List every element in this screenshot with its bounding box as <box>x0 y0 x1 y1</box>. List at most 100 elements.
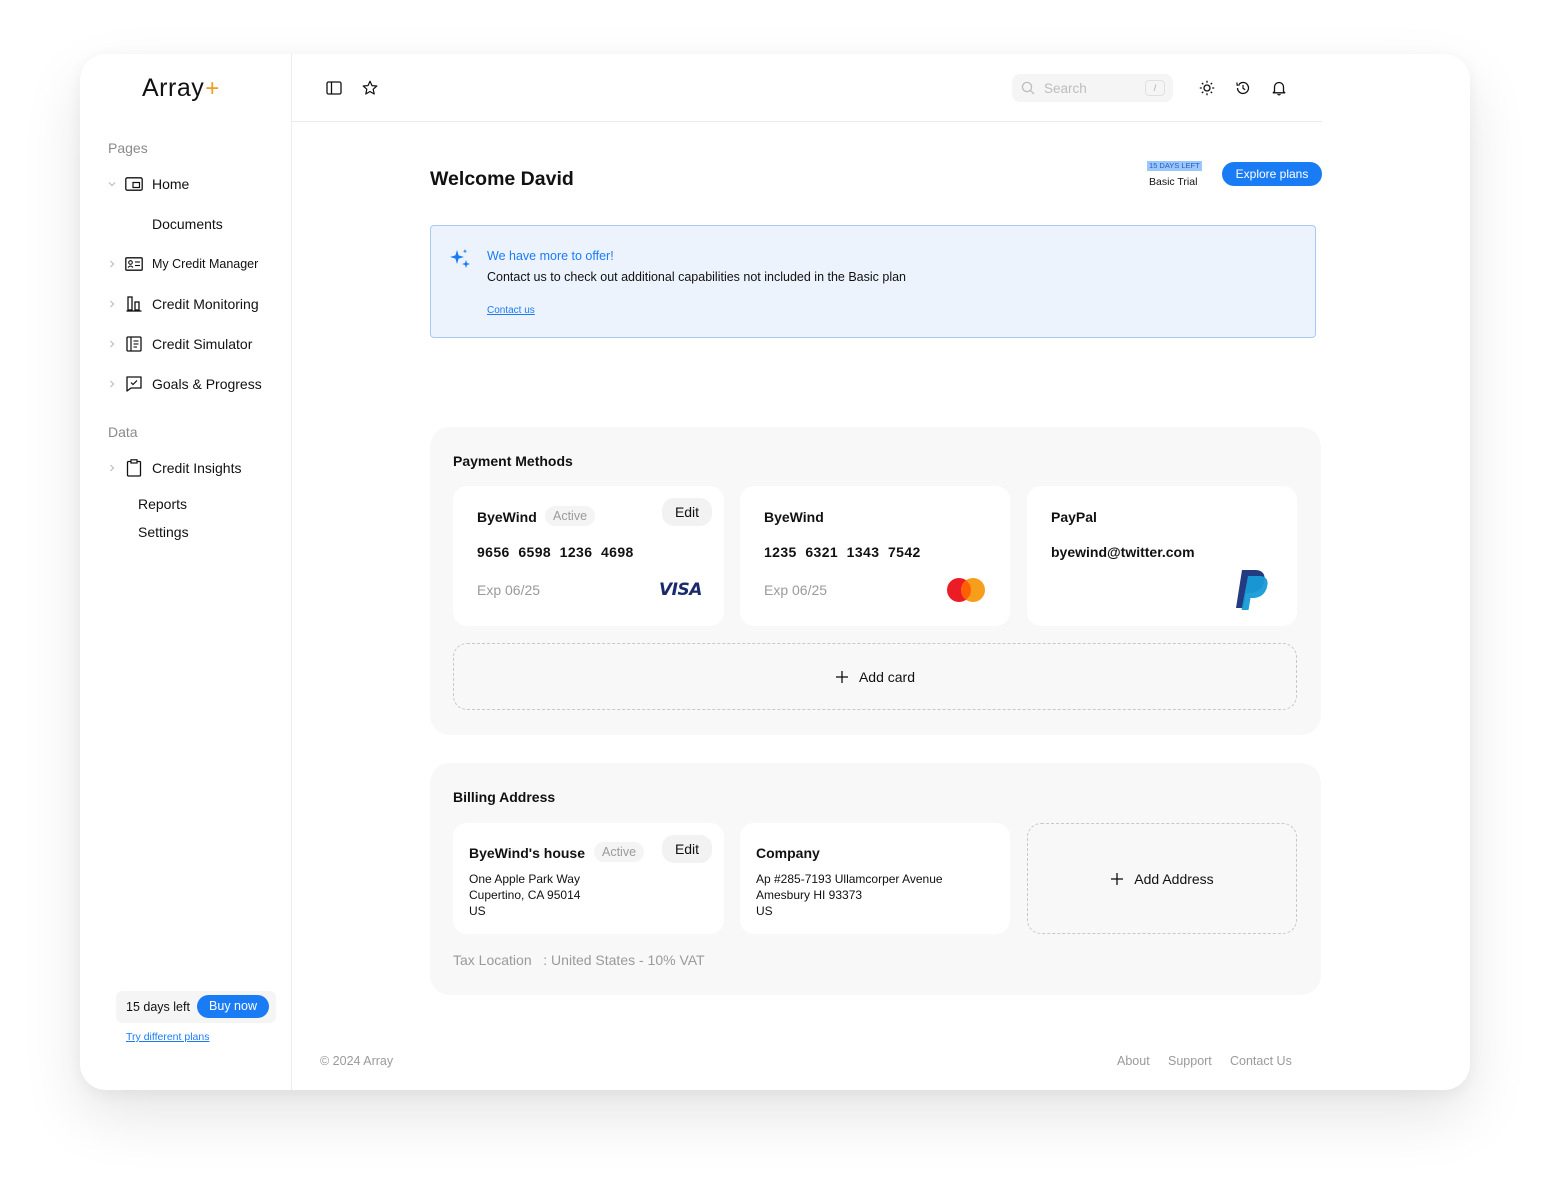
chevron-right-icon[interactable] <box>104 256 120 272</box>
bell-icon[interactable] <box>1269 78 1289 98</box>
sidebar-item-label: Credit Simulator <box>152 336 253 352</box>
add-card-label: Add card <box>858 668 916 685</box>
footer-link-contact[interactable]: Contact Us <box>1230 1054 1292 1068</box>
payment-methods-title: Payment Methods <box>453 453 573 469</box>
edit-card-button[interactable]: Edit <box>662 498 712 526</box>
sidebar-toggle-icon[interactable] <box>324 78 344 98</box>
sidebar-item-credit-manager[interactable]: My Credit Manager <box>104 252 258 276</box>
sidebar-item-label: Home <box>152 176 190 192</box>
status-badge: Active <box>545 506 596 526</box>
sidebar-item-label: Goals & Progress <box>152 376 262 392</box>
chevron-right-icon[interactable] <box>104 460 120 476</box>
paypal-email: byewind@twitter.com <box>1051 544 1195 560</box>
add-card-button[interactable]: Add card <box>453 643 1297 710</box>
sidebar-item-credit-simulator[interactable]: Credit Simulator <box>104 332 252 356</box>
sidebar-item-reports[interactable]: Reports <box>138 496 187 512</box>
dashboard-icon <box>124 175 144 193</box>
sidebar-item-settings[interactable]: Settings <box>138 524 189 540</box>
mastercard-logo-icon <box>945 577 989 608</box>
main-content: Welcome David 15 DAYS LEFT Basic Trial E… <box>292 122 1470 1090</box>
sidebar-item-documents[interactable]: Documents <box>152 216 223 232</box>
address-line: Cupertino, CA 95014 <box>469 888 581 902</box>
section-label-pages: Pages <box>108 140 148 156</box>
billing-address-title: Billing Address <box>453 789 556 805</box>
status-badge: Active <box>594 842 645 862</box>
contact-us-link[interactable]: Contact us <box>487 305 535 316</box>
add-address-button[interactable]: Add Address <box>1027 823 1297 934</box>
id-card-icon <box>124 255 144 273</box>
address-line: One Apple Park Way <box>469 872 580 886</box>
tax-value: : United States - 10% VAT <box>543 952 705 968</box>
trial-box: 15 days left Buy now <box>116 991 276 1023</box>
banner-text: Contact us to check out additional capab… <box>487 270 907 284</box>
chevron-right-icon[interactable] <box>104 336 120 352</box>
document-list-icon <box>124 335 144 353</box>
page-title: Welcome David <box>430 168 574 190</box>
sidebar-item-label: My Credit Manager <box>152 257 259 271</box>
card-number: 9656 6598 1236 4698 <box>477 544 634 560</box>
card-holder-name: ByeWind <box>764 509 824 525</box>
address-line: US <box>469 904 486 918</box>
sidebar: Array+ Pages Home Documents My Credit Ma… <box>80 54 292 1090</box>
clipboard-icon <box>124 459 144 477</box>
star-icon[interactable] <box>360 78 380 98</box>
payment-card-mastercard[interactable]: ByeWind 1235 6321 1343 7542 Exp 06/25 <box>740 486 1010 626</box>
tax-location: Tax Location : United States - 10% VAT <box>453 952 705 968</box>
history-icon[interactable] <box>1233 78 1253 98</box>
sidebar-item-label: Credit Monitoring <box>152 296 259 312</box>
topbar: Search / <box>292 54 1322 122</box>
search-icon <box>1020 80 1036 96</box>
sidebar-item-credit-insights[interactable]: Credit Insights <box>104 456 241 480</box>
plus-icon <box>1110 872 1124 886</box>
billing-address-panel: Billing Address ByeWind's house Active E… <box>430 763 1321 995</box>
app-logo[interactable]: Array+ <box>142 74 220 103</box>
card-holder-name: ByeWind <box>477 509 537 525</box>
chat-check-icon <box>124 375 144 393</box>
payment-methods-panel: Payment Methods ByeWind Active Edit 9656… <box>430 427 1321 735</box>
paypal-label: PayPal <box>1051 509 1097 525</box>
address-line: Amesbury HI 93373 <box>756 888 863 902</box>
chevron-right-icon[interactable] <box>104 296 120 312</box>
try-different-plans-link[interactable]: Try different plans <box>126 1031 209 1043</box>
buy-now-button[interactable]: Buy now <box>197 995 269 1018</box>
chevron-down-icon[interactable] <box>104 176 120 192</box>
address-card-home[interactable]: ByeWind's house Active Edit One Apple Pa… <box>453 823 724 934</box>
sidebar-item-home[interactable]: Home <box>104 172 189 196</box>
visa-logo-icon: VISA <box>658 578 702 605</box>
card-number: 1235 6321 1343 7542 <box>764 544 921 560</box>
card-expiry: Exp 06/25 <box>764 582 828 598</box>
sidebar-item-credit-monitoring[interactable]: Credit Monitoring <box>104 292 259 316</box>
payment-card-visa[interactable]: ByeWind Active Edit 9656 6598 1236 4698 … <box>453 486 724 626</box>
plus-icon <box>835 670 849 684</box>
address-card-company[interactable]: Company Ap #285-7193 Ullamcorper Avenue … <box>740 823 1010 934</box>
offer-banner: We have more to offer! Contact us to che… <box>430 225 1316 338</box>
footer-link-about[interactable]: About <box>1117 1054 1150 1068</box>
sidebar-item-label: Credit Insights <box>152 460 242 476</box>
footer-link-support[interactable]: Support <box>1168 1054 1212 1068</box>
address-line: US <box>756 904 773 918</box>
paypal-logo-icon <box>1233 568 1273 617</box>
trial-plan-label: Basic Trial <box>1149 176 1198 188</box>
search-shortcut: / <box>1145 80 1165 96</box>
payment-card-paypal[interactable]: PayPal byewind@twitter.com <box>1027 486 1297 626</box>
search-input[interactable]: Search / <box>1012 74 1173 102</box>
sun-icon[interactable] <box>1197 78 1217 98</box>
section-label-data: Data <box>108 424 138 440</box>
bar-chart-icon <box>124 295 144 313</box>
trial-days-left: 15 days left <box>126 1000 190 1014</box>
sparkles-icon <box>449 248 473 272</box>
trial-days-badge: 15 DAYS LEFT <box>1147 161 1202 171</box>
logo-plus: + <box>205 75 220 102</box>
card-expiry: Exp 06/25 <box>477 582 541 598</box>
app-window: Array+ Pages Home Documents My Credit Ma… <box>80 54 1470 1090</box>
svg-text:VISA: VISA <box>659 580 702 600</box>
explore-plans-button[interactable]: Explore plans <box>1222 162 1322 186</box>
chevron-right-icon[interactable] <box>104 376 120 392</box>
sidebar-item-goals[interactable]: Goals & Progress <box>104 372 262 396</box>
address-line: Ap #285-7193 Ullamcorper Avenue <box>756 872 943 886</box>
address-name: ByeWind's house <box>469 845 585 861</box>
edit-address-button[interactable]: Edit <box>662 835 712 863</box>
copyright: © 2024 Array <box>320 1054 394 1068</box>
banner-title: We have more to offer! <box>487 249 614 263</box>
tax-label: Tax Location <box>453 952 532 968</box>
